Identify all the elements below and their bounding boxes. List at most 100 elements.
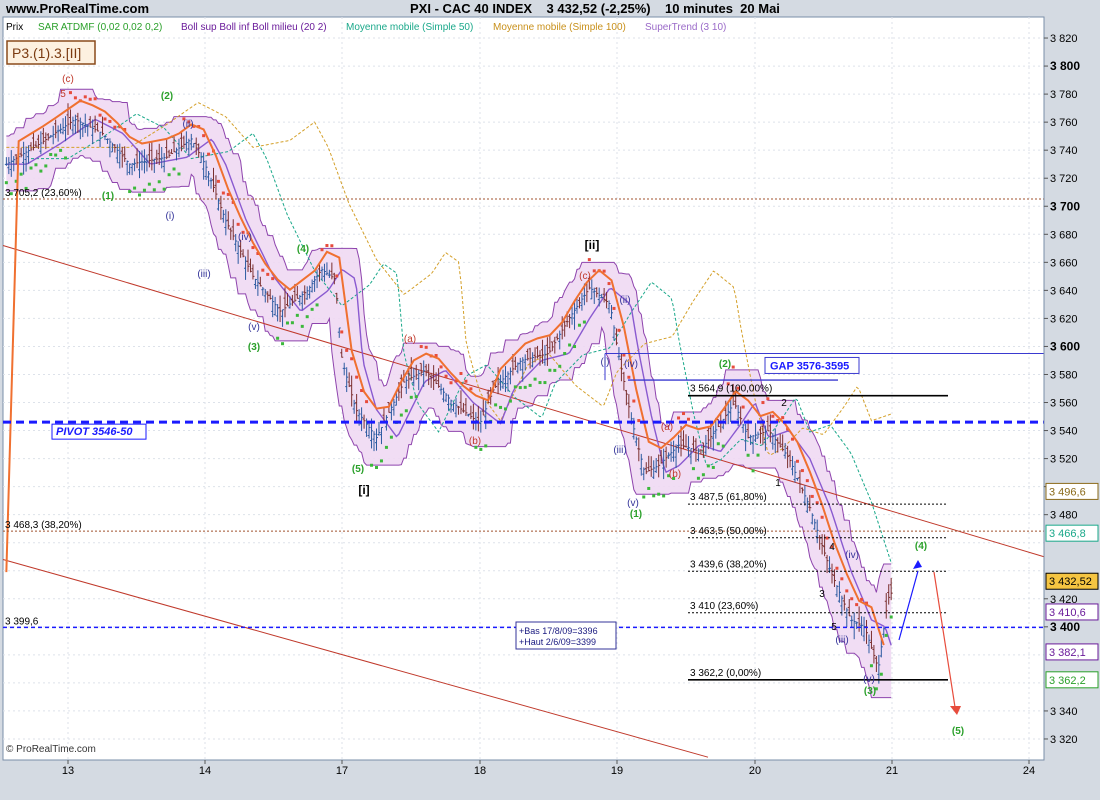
- sar-dot-green: [44, 164, 48, 168]
- chart-title: PXI - CAC 40 INDEX 3 432,52 (-2,25%) 10 …: [410, 1, 780, 16]
- wave-label: (5): [352, 464, 364, 475]
- sar-dot-green: [290, 321, 294, 325]
- wave-label: (iii): [197, 269, 210, 280]
- wave-label: (iv): [845, 550, 859, 561]
- sar-dot-red: [592, 269, 596, 273]
- sar-dot-red: [83, 95, 87, 99]
- wave-label: (iii): [613, 445, 626, 456]
- sar-dot-red: [439, 365, 443, 369]
- wave-label: (a): [404, 334, 416, 345]
- sar-dot-red: [103, 117, 107, 121]
- sar-dot-green: [647, 486, 651, 490]
- sar-dot-green: [701, 473, 705, 477]
- sar-dot-green: [315, 303, 319, 307]
- sar-dot-red: [682, 412, 686, 416]
- legend: Prix SAR ATDMF (0,02 0,02 0,2) Boll sup Bo…: [6, 22, 726, 33]
- wave-label: (ii): [619, 295, 630, 306]
- sar-dot-green: [54, 153, 58, 157]
- y-tick-label: 3 480: [1050, 510, 1078, 522]
- value-label-text: 3 382,1: [1049, 647, 1086, 659]
- y-tick-label: 3 820: [1050, 33, 1078, 45]
- sar-dot-red: [612, 306, 616, 310]
- sar-dot-green: [582, 320, 586, 324]
- legend-item: SuperTrend (3 10): [645, 22, 726, 33]
- wave-label: (iv): [238, 232, 252, 243]
- sar-dot-green: [721, 444, 725, 448]
- sar-dot-red: [835, 566, 839, 570]
- sar-dot-red: [731, 365, 735, 369]
- sar-dot-red: [627, 375, 631, 379]
- fib-label: 3 399,6: [5, 616, 39, 627]
- retracement-label: 3 410 (23,60%): [690, 601, 758, 612]
- sar-dot-red: [271, 277, 275, 281]
- sar-dot-green: [138, 193, 142, 197]
- wave-label: (4): [297, 244, 309, 255]
- wave-label: [ii]: [585, 238, 600, 252]
- y-tick-label: 3 740: [1050, 145, 1078, 157]
- sar-dot-green: [533, 377, 537, 381]
- wave-label: (iii): [835, 635, 848, 646]
- sar-dot-green: [147, 182, 151, 186]
- wave-label: 5: [60, 89, 66, 100]
- legend-item: Boll sup Boll inf Boll milieu (20 2): [181, 22, 327, 33]
- sar-dot-green: [494, 403, 498, 407]
- sar-dot-red: [261, 268, 265, 272]
- sar-dot-green: [285, 321, 289, 325]
- sar-dot-red: [330, 244, 334, 248]
- sar-dot-red: [637, 419, 641, 423]
- sar-dot-red: [855, 603, 859, 607]
- wave-label: (b): [669, 469, 681, 480]
- sar-dot-red: [617, 328, 621, 332]
- sar-dot-red: [68, 91, 72, 95]
- sar-dot-green: [513, 385, 517, 389]
- wave-label: (v): [627, 498, 639, 509]
- wave-label: (ii): [182, 119, 193, 130]
- sar-dot-red: [365, 400, 369, 404]
- sar-dot-red: [340, 330, 344, 334]
- sar-dot-green: [295, 313, 299, 317]
- sar-dot-green: [29, 166, 33, 170]
- sar-dot-green: [177, 172, 181, 176]
- x-tick-label: 21: [886, 765, 898, 777]
- sar-dot-green: [370, 463, 374, 467]
- wave-label: 4: [829, 542, 835, 553]
- sar-dot-green: [746, 453, 750, 457]
- sar-dot-red: [805, 479, 809, 483]
- sar-dot-green: [379, 459, 383, 463]
- y-tick-label: 3 600: [1050, 339, 1080, 353]
- retracement-label: 3 463,5 (50,00%): [690, 526, 767, 537]
- sar-dot-red: [73, 96, 77, 100]
- sar-dot-green: [508, 399, 512, 403]
- wave-label: (3): [248, 342, 260, 353]
- y-tick-label: 3 800: [1050, 59, 1080, 73]
- x-tick-label: 13: [62, 765, 74, 777]
- sar-dot-green: [548, 368, 552, 372]
- sar-dot-red: [419, 345, 423, 349]
- sar-dot-green: [404, 409, 408, 413]
- sar-dot-green: [4, 181, 8, 185]
- sar-dot-green: [543, 381, 547, 385]
- y-tick-label: 3 400: [1050, 620, 1080, 634]
- sar-dot-red: [761, 401, 765, 405]
- sar-dot-red: [320, 248, 324, 252]
- y-tick-label: 3 620: [1050, 313, 1078, 325]
- sar-dot-green: [518, 386, 522, 390]
- sar-dot-red: [202, 134, 206, 138]
- fib-label: 3 468,3 (38,20%): [5, 520, 82, 531]
- sar-dot-green: [538, 381, 542, 385]
- retracement-label: 3 439,6 (38,20%): [690, 559, 767, 570]
- sar-dot-green: [310, 307, 314, 311]
- sar-dot-red: [632, 399, 636, 403]
- copyright: © ProRealTime.com: [6, 744, 96, 755]
- wave-label: (c): [579, 271, 591, 282]
- sar-dot-red: [607, 282, 611, 286]
- wave-count-label: P3.(1).3.[II]: [12, 45, 81, 61]
- sar-dot-green: [889, 615, 893, 619]
- x-axis: 13 14 17 18 19 20 21 24: [62, 760, 1035, 777]
- sar-dot-green: [662, 494, 666, 498]
- sar-dot-green: [157, 180, 161, 184]
- y-tick-label: 3 700: [1050, 199, 1080, 213]
- sar-dot-green: [389, 435, 393, 439]
- sar-dot-green: [879, 672, 883, 676]
- wave-label: (1): [102, 191, 114, 202]
